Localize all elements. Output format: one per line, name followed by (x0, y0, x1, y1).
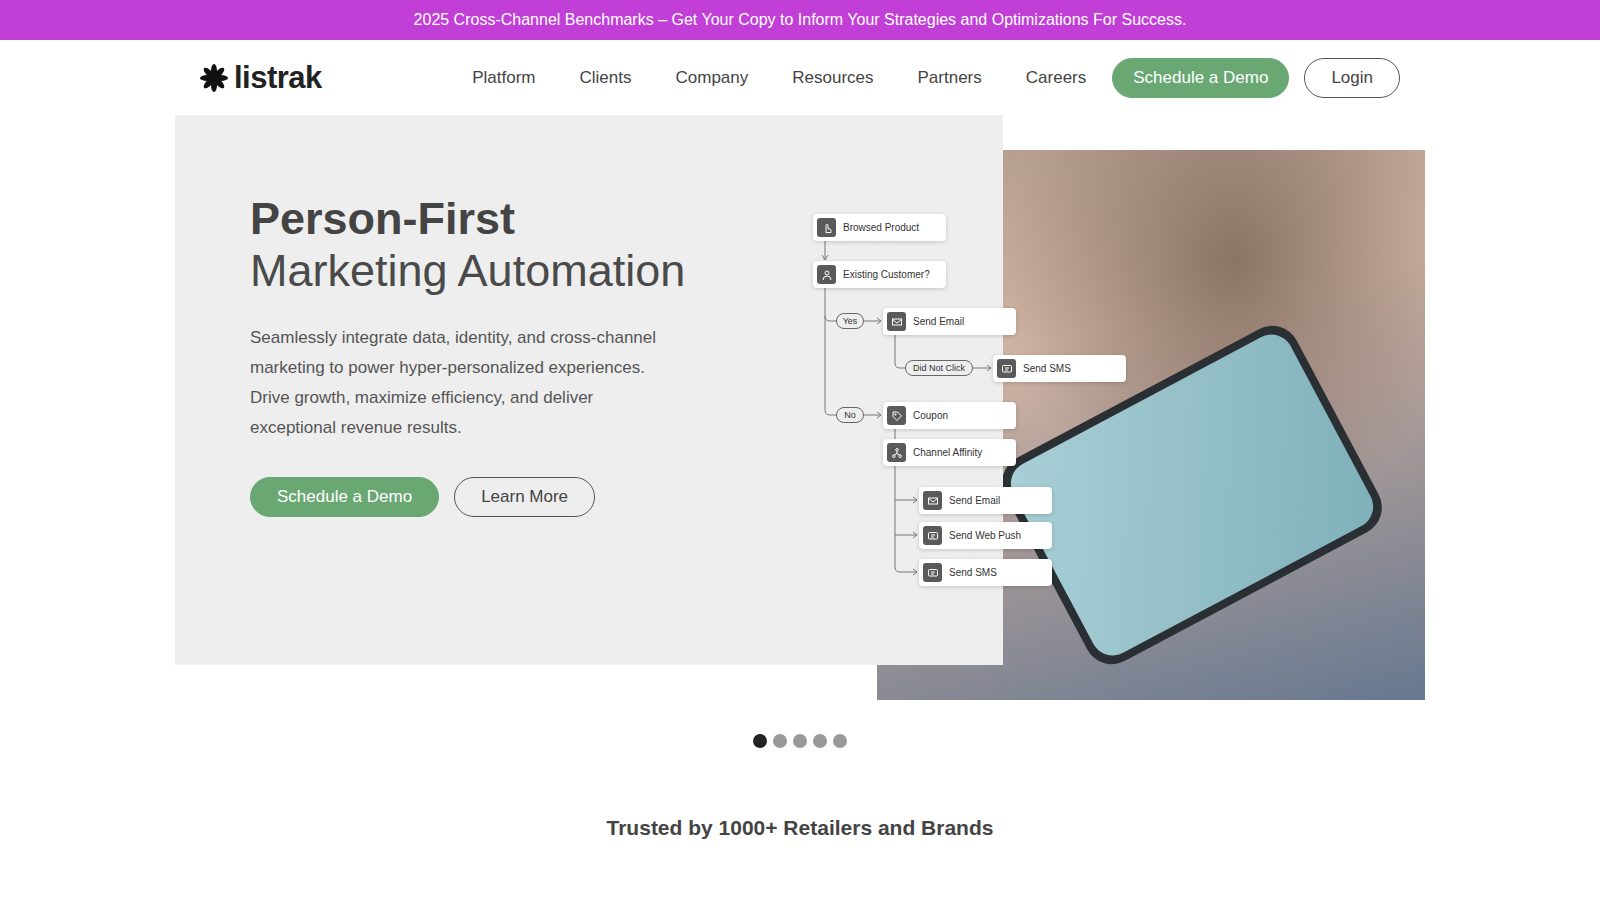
logo-text[interactable]: listrak (234, 60, 322, 96)
page: 2025 Cross-Channel Benchmarks – Get Your… (0, 0, 1600, 900)
schedule-demo-button[interactable]: Schedule a Demo (1112, 58, 1289, 98)
nav-menu: Platform Clients Company Resources Partners C… (472, 58, 1400, 98)
phone-screen (1003, 327, 1381, 663)
promo-banner[interactable]: 2025 Cross-Channel Benchmarks – Get Your… (0, 0, 1600, 40)
hero-buttons: Schedule a Demo Learn More (250, 477, 1003, 517)
carousel-dot[interactable] (753, 734, 767, 748)
promo-banner-text[interactable]: 2025 Cross-Channel Benchmarks – Get Your… (414, 11, 1187, 29)
nav-link[interactable]: Company (676, 68, 749, 88)
carousel-dot[interactable] (833, 734, 847, 748)
hero-title: Person-First (250, 193, 1003, 245)
nav-link[interactable]: Clients (580, 68, 632, 88)
carousel-dot[interactable] (773, 734, 787, 748)
hero-demo-button[interactable]: Schedule a Demo (250, 477, 439, 517)
hero-subtitle: Marketing Automation (250, 245, 1003, 297)
hero-carousel: Person-FirstMarketing Automation Seamless… (175, 115, 1425, 700)
logo[interactable]: listrak (200, 60, 322, 96)
carousel-dot[interactable] (793, 734, 807, 748)
nav-container: listrak Platform Clients Company Resources Pa… (200, 58, 1400, 98)
learn-more-button[interactable]: Learn More (454, 477, 595, 517)
nav-link[interactable]: Resources (792, 68, 873, 88)
login-button[interactable]: Login (1304, 58, 1400, 98)
phone-image (992, 316, 1391, 674)
nav-link[interactable]: Partners (918, 68, 982, 88)
trusted-heading: Trusted by 1000+ Retailers and Brands (0, 816, 1600, 840)
star-logo-icon[interactable] (200, 64, 228, 92)
top-nav: listrak Platform Clients Company Resources Pa… (0, 40, 1600, 115)
nav-link[interactable]: Platform (472, 68, 535, 88)
hero-panel: Person-FirstMarketing Automation Seamless… (175, 115, 1003, 665)
carousel-dots (0, 734, 1600, 748)
hero-description: Seamlessly integrate data, identity, and… (250, 323, 670, 443)
carousel-dot[interactable] (813, 734, 827, 748)
nav-link[interactable]: Careers (1026, 68, 1086, 88)
